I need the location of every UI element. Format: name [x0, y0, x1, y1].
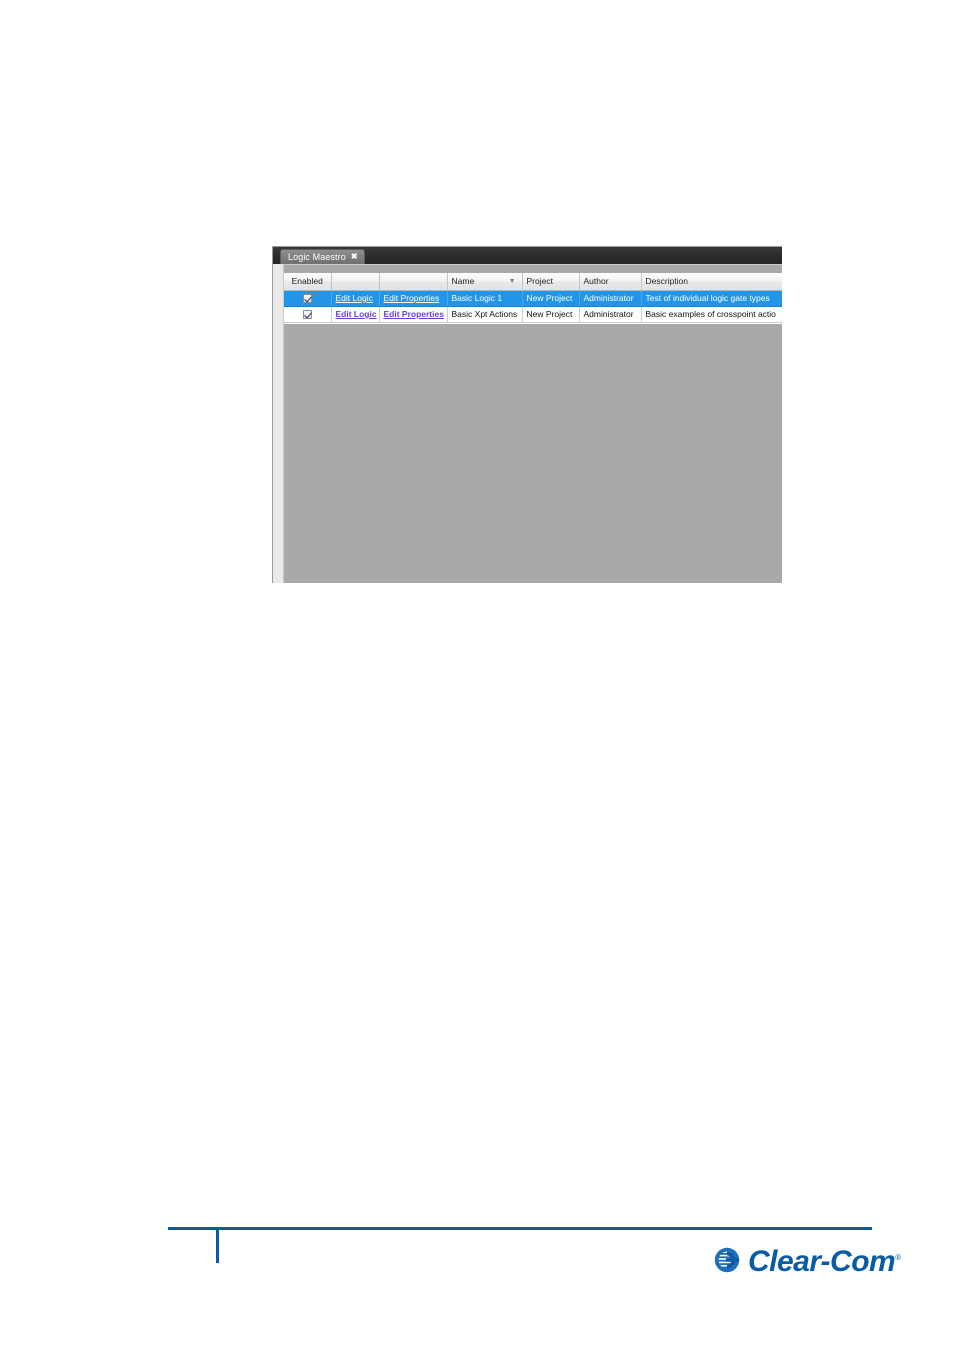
column-header-author-label: Author — [583, 276, 609, 287]
column-header-author[interactable]: Author — [579, 273, 642, 291]
cell-edit-properties[interactable]: Edit Properties — [379, 306, 448, 323]
enabled-checkbox[interactable] — [302, 310, 312, 320]
table-header-row: Enabled Name ▼ Project Author Descriptio… — [284, 273, 782, 291]
cell-description: Basic examples of crosspoint actio — [641, 306, 782, 323]
clear-com-wordmark: Clear-Com® — [748, 1243, 901, 1277]
column-header-description[interactable]: Description — [641, 273, 782, 291]
clear-com-wordmark-text: Clear-Com — [748, 1245, 896, 1278]
sort-descending-icon[interactable]: ▼ — [509, 278, 518, 285]
cell-edit-properties[interactable]: Edit Properties — [379, 290, 448, 307]
column-header-enabled-label: Enabled — [291, 276, 323, 287]
edit-properties-link[interactable]: Edit Properties — [384, 293, 440, 303]
clear-com-logo: Clear-Com® — [712, 1241, 901, 1279]
column-header-name-label: Name — [451, 276, 475, 287]
cell-enabled[interactable] — [284, 306, 332, 323]
logic-list-grid: Enabled Name ▼ Project Author Descriptio… — [284, 273, 782, 324]
edit-logic-link[interactable]: Edit Logic — [336, 293, 373, 303]
footer-divider-tick — [216, 1227, 219, 1263]
footer-divider — [168, 1227, 872, 1230]
column-header-edit-logic[interactable] — [331, 273, 380, 291]
table-row[interactable]: Edit Logic Edit Properties Basic Logic 1… — [284, 290, 782, 307]
column-header-project-label: Project — [526, 276, 553, 287]
edit-logic-link[interactable]: Edit Logic — [336, 309, 377, 319]
cell-name: Basic Logic 1 — [447, 290, 523, 307]
cell-enabled[interactable] — [284, 290, 332, 307]
tab-logic-maestro[interactable]: Logic Maestro ✖ — [280, 249, 365, 264]
table-row[interactable]: Edit Logic Edit Properties Basic Xpt Act… — [284, 306, 782, 323]
logic-maestro-screenshot: Logic Maestro ✖ Enabled Name ▼ Project A… — [272, 246, 782, 583]
edit-properties-link[interactable]: Edit Properties — [384, 309, 444, 319]
cell-description: Test of individual logic gate types — [641, 290, 782, 307]
cell-project: New Project — [522, 290, 580, 307]
enabled-checkbox[interactable] — [302, 294, 312, 304]
logic-maestro-pane: Enabled Name ▼ Project Author Descriptio… — [283, 264, 782, 583]
cell-edit-logic[interactable]: Edit Logic — [331, 290, 380, 307]
column-header-enabled[interactable]: Enabled — [284, 273, 332, 291]
clear-com-swirl-icon — [712, 1245, 742, 1275]
close-icon[interactable]: ✖ — [351, 253, 358, 261]
cell-project: New Project — [522, 306, 580, 323]
tab-strip: Logic Maestro ✖ — [273, 247, 782, 264]
column-header-name[interactable]: Name ▼ — [447, 273, 523, 291]
cell-name: Basic Xpt Actions — [447, 306, 523, 323]
grid-empty-area — [284, 322, 782, 324]
tab-label: Logic Maestro — [288, 251, 346, 262]
column-header-edit-properties[interactable] — [379, 273, 448, 291]
column-header-description-label: Description — [645, 276, 689, 287]
cell-author: Administrator — [579, 306, 642, 323]
cell-edit-logic[interactable]: Edit Logic — [331, 306, 380, 323]
column-header-project[interactable]: Project — [522, 273, 580, 291]
logic-list-table: Enabled Name ▼ Project Author Descriptio… — [284, 273, 782, 323]
cell-author: Administrator — [579, 290, 642, 307]
registered-trademark-icon: ® — [895, 1253, 901, 1262]
